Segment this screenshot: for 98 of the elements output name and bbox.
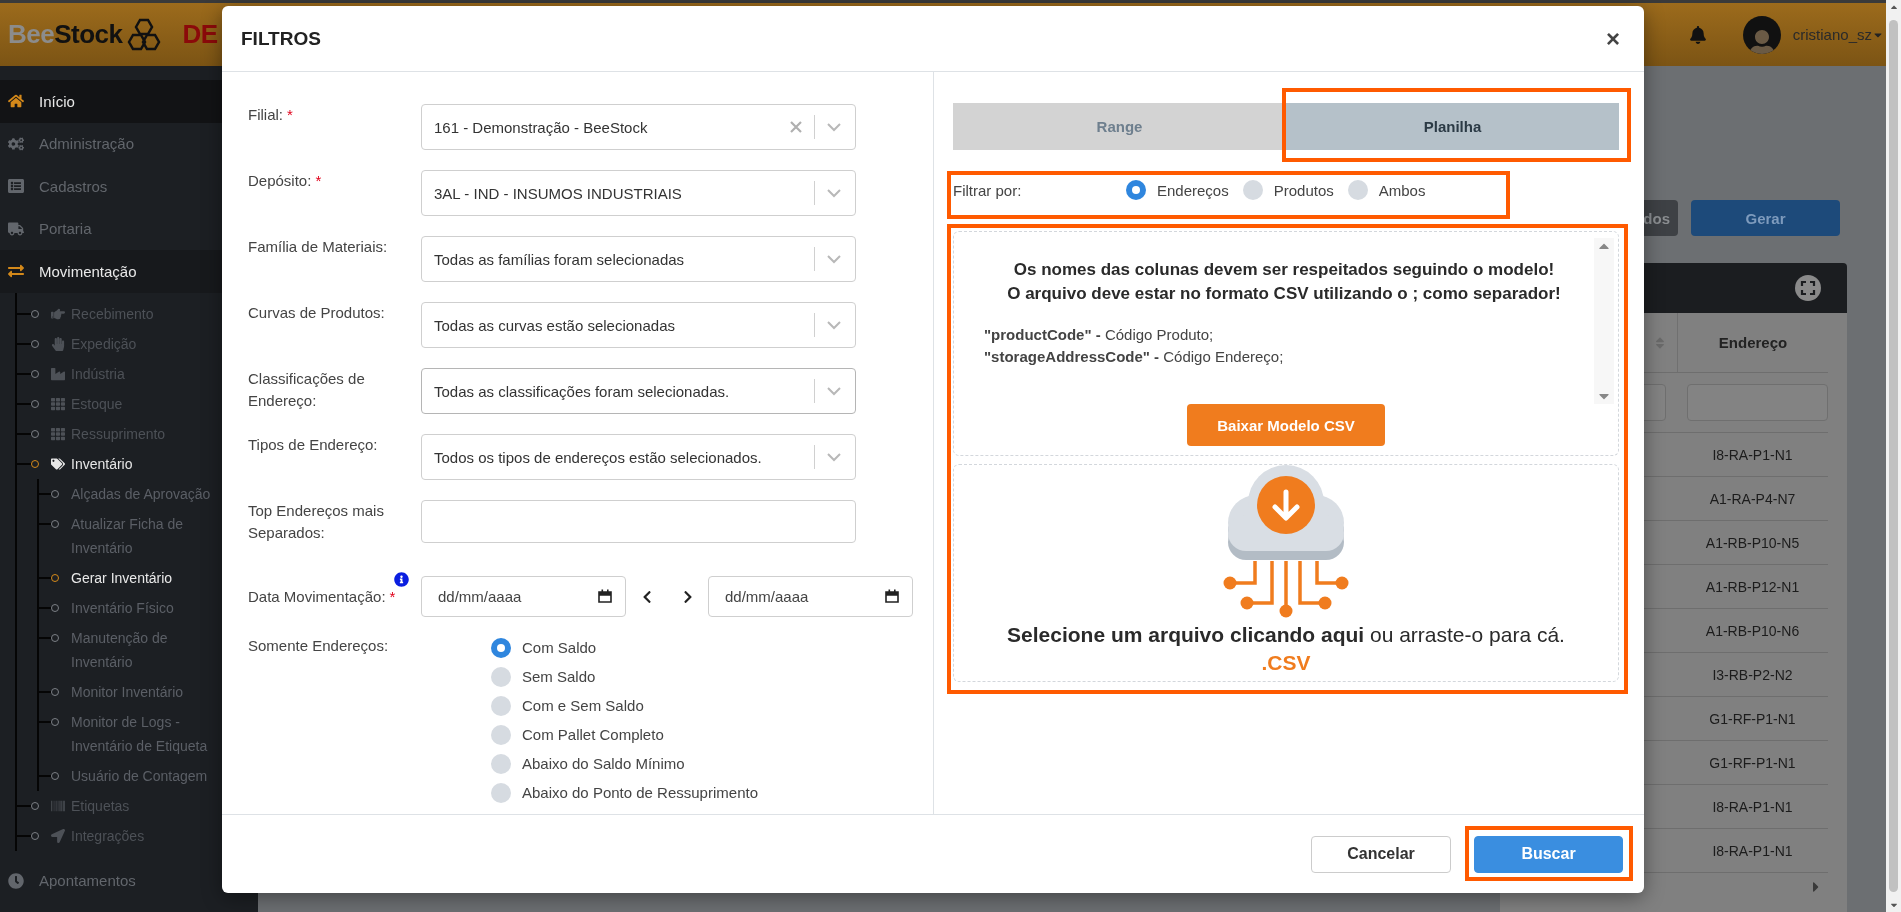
column-description: "productCode" - Código Produto; [983, 325, 1215, 345]
input-field[interactable] [421, 500, 856, 543]
select-field[interactable]: Todos os tipos de endereços estão selecionados. [421, 434, 856, 480]
radio-button[interactable] [491, 724, 511, 745]
radio-button[interactable] [1347, 180, 1368, 200]
tab[interactable]: Planilha [1286, 103, 1619, 150]
chevron-down-icon[interactable] [827, 386, 841, 396]
list-icon [8, 178, 24, 195]
field-label: Depósito: * [248, 171, 323, 191]
radio-option[interactable]: Com Pallet Completo [491, 720, 933, 749]
sort-icon[interactable] [1653, 335, 1667, 350]
select-field[interactable]: Todas as famílias foram selecionadas [421, 236, 856, 282]
menu-item[interactable]: Monitor de Logs - Inventário de Etiqueta [39, 706, 258, 761]
honeycomb-icon [126, 17, 161, 52]
instruction-text: Os nomes das colunas devem ser respeitados seguindo o modelo! [1012, 259, 1556, 281]
table-cell-text: I8-RA-P1-N1 [1711, 797, 1794, 817]
close-button[interactable]: × [1602, 24, 1624, 53]
date-field[interactable]: dd/mm/aaaa [708, 576, 913, 617]
calendar-icon[interactable] [885, 589, 899, 603]
radio-button[interactable] [491, 782, 511, 803]
download-button[interactable]: Baixar Modelo CSV [1187, 404, 1385, 446]
environment-label: DE [182, 19, 218, 50]
table-cell-text: A1-RB-P10-N5 [1704, 533, 1801, 553]
field-label: Tipos de Endereço: [248, 435, 379, 455]
radio-button[interactable] [491, 637, 511, 658]
clock-icon [8, 872, 24, 889]
radio-button[interactable] [1126, 180, 1146, 200]
radio-option[interactable]: Abaixo do Ponto de Ressuprimento [491, 778, 933, 807]
chevron-down-icon[interactable] [827, 254, 841, 264]
dialog-title: FILTROS [241, 27, 321, 50]
factory-icon [51, 366, 65, 381]
user-menu[interactable]: cristiano_sz [1792, 26, 1884, 43]
radio-option[interactable]: Produtos [1242, 175, 1334, 205]
field-label: Top Endereços mais Separados: [248, 501, 385, 543]
field-label: Somente Endereços: [248, 636, 390, 656]
home-icon [8, 93, 24, 110]
menu-item[interactable]: Apontamentos [0, 859, 258, 902]
table-cell-text: I8-RA-P1-N1 [1711, 445, 1794, 465]
tags-icon [51, 456, 65, 471]
radio-option[interactable]: Endereços [1126, 175, 1229, 205]
grid-icon [51, 426, 65, 441]
table-cell-text: G1-RF-P1-N1 [1708, 709, 1797, 729]
info-icon[interactable] [394, 571, 409, 587]
radio-option[interactable]: Abaixo do Saldo Mínimo [491, 749, 933, 778]
cancel-button[interactable]: Cancelar [1311, 835, 1451, 873]
action-button[interactable]: Gerar [1691, 200, 1840, 236]
table-cell-text: A1-RA-P4-N7 [1708, 489, 1797, 509]
table-cell-text: A1-RB-P10-N6 [1704, 621, 1801, 641]
scrollbar[interactable] [1594, 238, 1614, 404]
table-cell-text: I3-RB-P2-N2 [1711, 665, 1794, 685]
radio-button[interactable] [491, 695, 511, 716]
clear-icon[interactable] [790, 121, 802, 133]
instruction-text: O arquivo deve estar no formato CSV utilizando o ; como separador! [1006, 283, 1562, 305]
arrow-icon [51, 828, 65, 843]
select-field[interactable]: 3AL - IND - INSUMOS INDUSTRIAIS [421, 170, 856, 216]
select-field[interactable]: Todas as curvas estão selecionadas [421, 302, 856, 348]
upload-instruction: Selecione um arquivo clicando aqui ou arraste-o para cá. [1007, 622, 1565, 648]
field-label: Filtrar por: [953, 181, 1023, 199]
fullscreen-icon[interactable] [1795, 275, 1821, 301]
radio-button[interactable] [491, 666, 511, 687]
barcode-icon [51, 798, 65, 813]
chevron-down-icon[interactable] [827, 320, 841, 330]
logo: BeeStock [8, 19, 123, 50]
radio-option[interactable]: Ambos [1347, 175, 1426, 205]
radio-option[interactable]: Com Saldo [491, 633, 933, 662]
upload-dropzone[interactable]: Selecione um arquivo clicando aqui ou arraste-o para cá. .CSV [953, 464, 1619, 682]
select-field[interactable]: 161 - Demonstração - BeeStock [421, 104, 856, 150]
avatar[interactable] [1742, 15, 1781, 54]
arrows-icon [8, 263, 24, 280]
menu-item[interactable]: Monitor Inventário [39, 676, 258, 707]
menu-item[interactable]: Administração [0, 122, 258, 165]
field-label: Classificações de Endereço: [248, 369, 366, 411]
column-description: "storageAddressCode" - Código Endereço; [983, 347, 1285, 367]
bell-icon[interactable] [1688, 25, 1707, 44]
date-field[interactable]: dd/mm/aaaa [421, 576, 626, 617]
truck-icon [8, 220, 24, 237]
table-cell-text: G1-RF-P1-N1 [1708, 753, 1797, 773]
radio-option[interactable]: Sem Saldo [491, 662, 933, 691]
file-extension: .CSV [1261, 650, 1311, 676]
chevron-down-icon[interactable] [827, 452, 841, 462]
calendar-icon[interactable] [598, 589, 612, 603]
pointing-hand-icon [51, 306, 65, 321]
table-cell-text: I8-RA-P1-N1 [1711, 841, 1794, 861]
select-field[interactable]: Todas as classificações foram selecionadas. [421, 368, 856, 414]
gears-icon [8, 135, 24, 152]
radio-option[interactable]: Com e Sem Saldo [491, 691, 933, 720]
menu-item[interactable]: Usuário de Contagem [39, 760, 258, 791]
grid-icon [51, 396, 65, 411]
chevron-down-icon[interactable] [827, 188, 841, 198]
table-cell-text: A1-RB-P12-N1 [1704, 577, 1801, 597]
radio-button[interactable] [491, 753, 511, 774]
chevron-down-icon[interactable] [827, 122, 841, 132]
search-button[interactable]: Buscar [1474, 835, 1623, 873]
hand-icon [51, 336, 65, 351]
radio-button[interactable] [1242, 180, 1263, 200]
scrollbar[interactable] [1886, 0, 1901, 912]
column-header[interactable]: Endereço [1677, 313, 1828, 372]
field-label: Curvas de Produtos: [248, 303, 386, 323]
